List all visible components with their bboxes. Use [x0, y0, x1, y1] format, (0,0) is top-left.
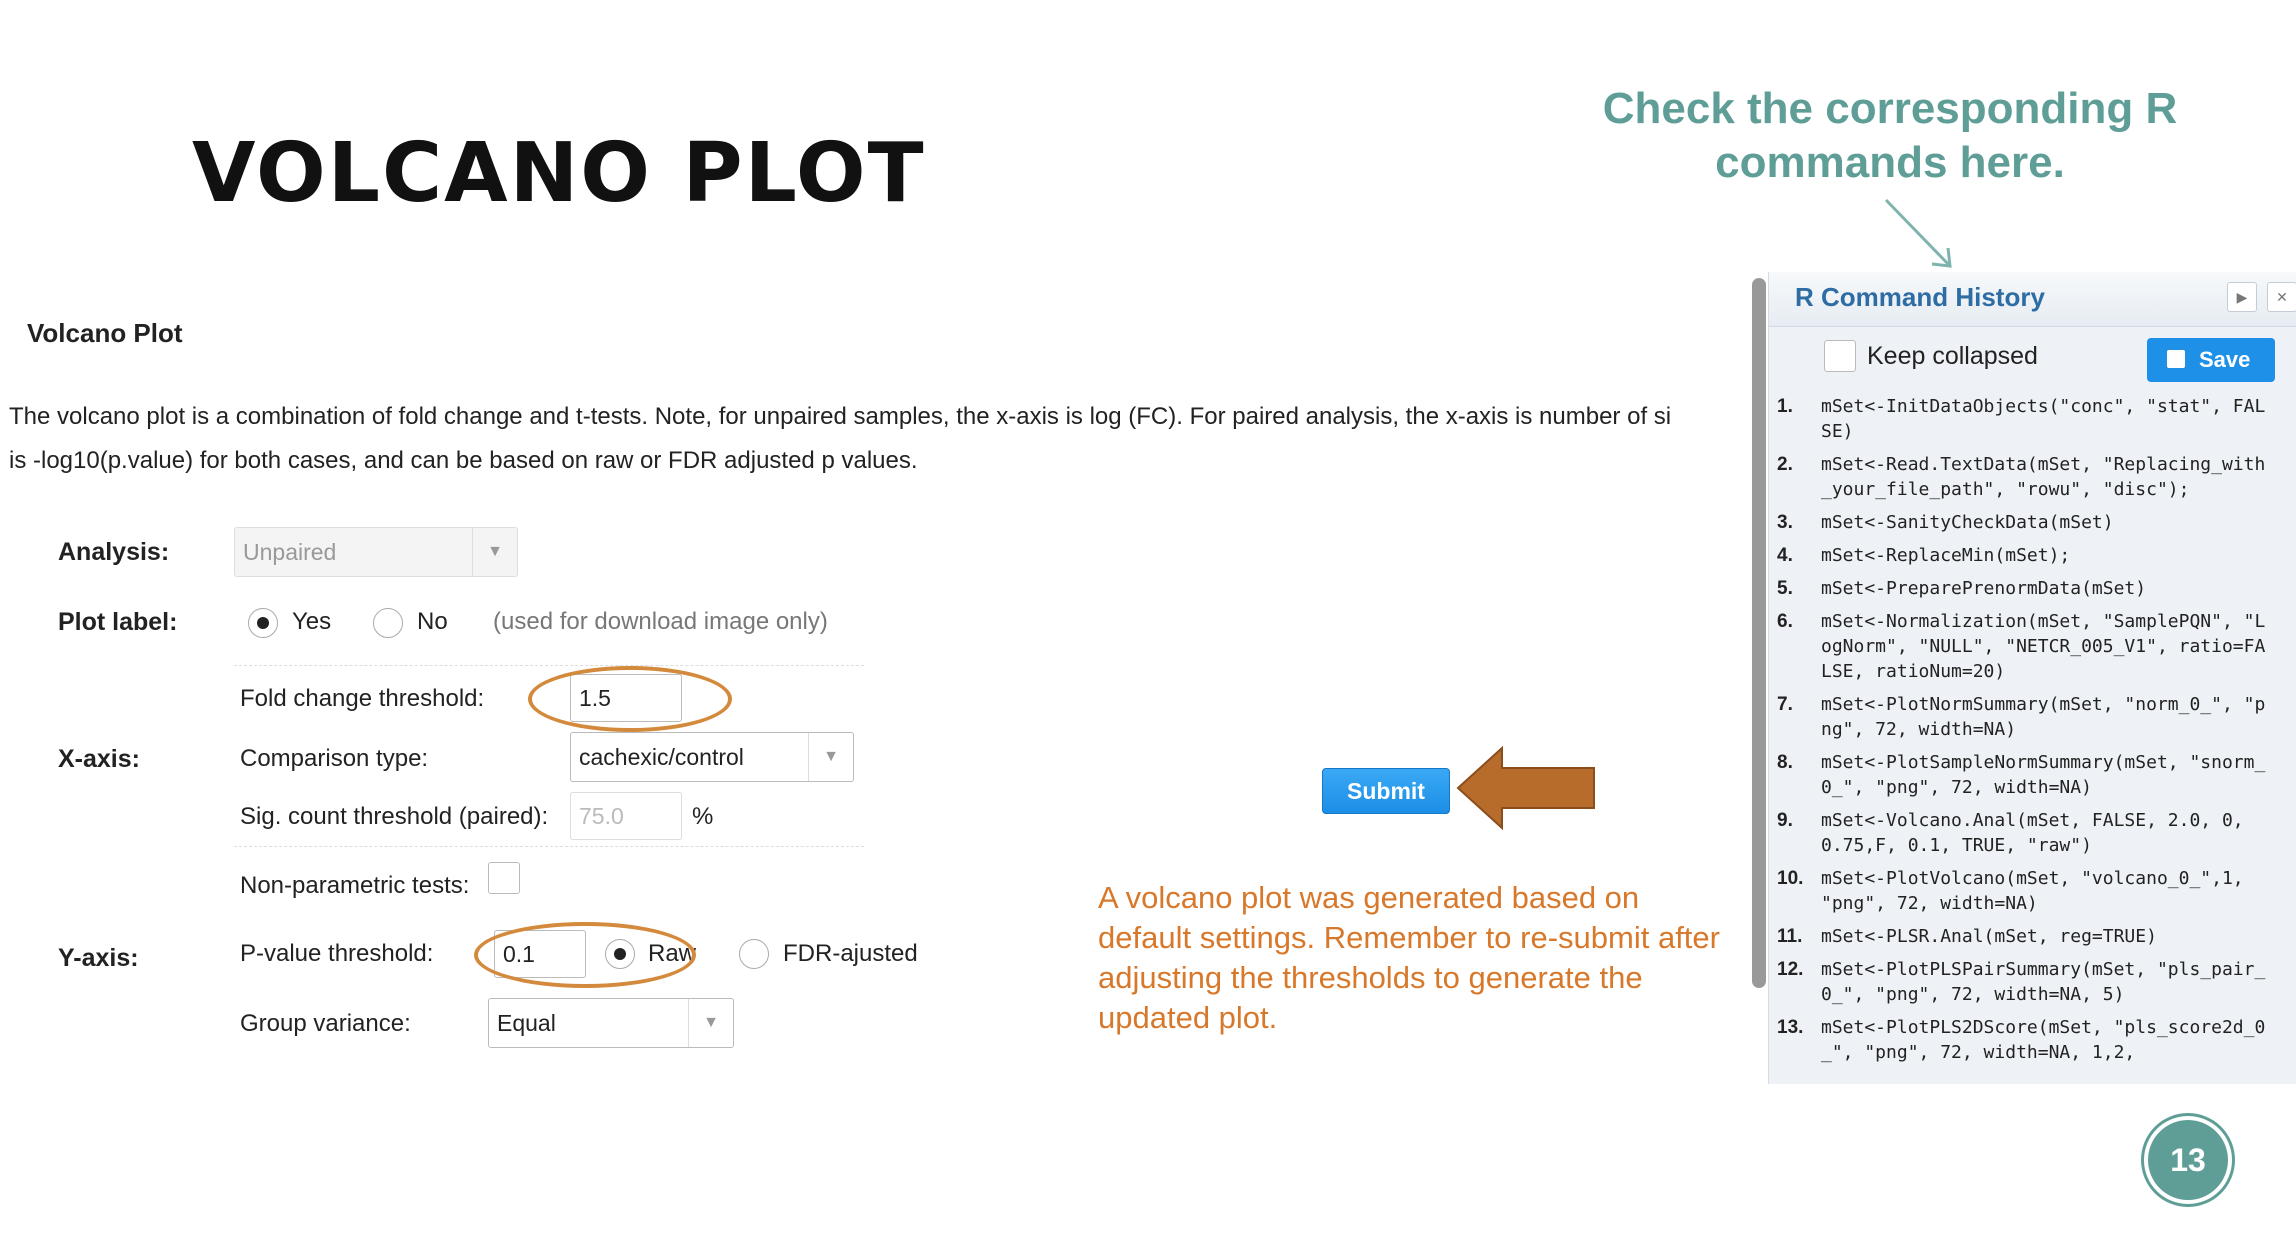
plot-label-label: Plot label:	[58, 608, 178, 636]
command-number: 12.	[1777, 959, 1804, 980]
keep-collapsed-checkbox[interactable]	[1824, 340, 1856, 372]
page-number-badge: 13	[2148, 1120, 2228, 1200]
command-text: mSet<-PlotSampleNormSummary(mSet, "snorm…	[1821, 752, 2266, 798]
panel-title: R Command History	[1795, 282, 2045, 312]
command-text: mSet<-Volcano.Anal(mSet, FALSE, 2.0, 0, …	[1821, 810, 2244, 856]
command-text: mSet<-PlotPLSPairSummary(mSet, "pls_pair…	[1821, 959, 2266, 1005]
non-parametric-label: Non-parametric tests:	[240, 872, 470, 899]
command-number: 8.	[1777, 752, 1793, 773]
command-item: 9. mSet<-Volcano.Anal(mSet, FALSE, 2.0, 0…	[1777, 808, 2287, 858]
command-number: 2.	[1777, 454, 1793, 475]
plot-label-no-radio[interactable]	[373, 608, 403, 638]
fdr-text: FDR-ajusted	[783, 940, 918, 967]
radio-selected-dot	[257, 617, 269, 629]
command-item: 2. mSet<-Read.TextData(mSet, "Replacing_w…	[1777, 452, 2287, 502]
command-number: 5.	[1777, 578, 1793, 599]
comparison-type-label: Comparison type:	[240, 745, 429, 772]
callout-text: Check the corresponding R commands here.	[1602, 84, 2178, 187]
command-number: 3.	[1777, 512, 1793, 533]
command-number: 4.	[1777, 545, 1793, 566]
command-number: 1.	[1777, 396, 1793, 417]
pvalue-label: P-value threshold:	[240, 940, 434, 967]
command-number: 9.	[1777, 810, 1793, 831]
command-number: 7.	[1777, 694, 1793, 715]
chevron-down-icon: ▼	[688, 999, 733, 1047]
expand-arrow-icon[interactable]: ▶	[2227, 282, 2257, 312]
command-text: mSet<-InitDataObjects("conc", "stat", FA…	[1821, 396, 2266, 442]
plot-label-yes-radio[interactable]	[248, 608, 278, 638]
plot-label-yes-text: Yes	[292, 608, 332, 635]
command-list: 1. mSet<-InitDataObjects("conc", "stat", …	[1777, 394, 2287, 1073]
group-variance-label: Group variance:	[240, 1010, 411, 1037]
close-icon[interactable]: ✕	[2267, 282, 2296, 312]
comparison-type-select[interactable]: cachexic/control ▼	[570, 732, 854, 782]
divider	[234, 846, 864, 847]
save-button[interactable]: Save	[2147, 338, 2275, 382]
command-item: 3. mSet<-SanityCheckData(mSet)	[1777, 510, 2287, 535]
r-command-history-panel: R Command History ▶ ✕ Keep collapsed Sav…	[1768, 272, 2296, 1084]
sig-count-input[interactable]: 75.0	[570, 792, 682, 840]
group-variance-select[interactable]: Equal ▼	[488, 998, 734, 1048]
non-parametric-checkbox[interactable]	[488, 862, 520, 894]
command-item: 4. mSet<-ReplaceMin(mSet);	[1777, 543, 2287, 568]
command-text: mSet<-Normalization(mSet, "SamplePQN", "…	[1821, 611, 2266, 682]
chevron-down-icon: ▼	[472, 528, 517, 576]
sig-count-label: Sig. count threshold (paired):	[240, 803, 549, 830]
command-text: mSet<-PlotPLS2DScore(mSet, "pls_score2d_…	[1821, 1017, 2266, 1063]
description: The volcano plot is a combination of fol…	[9, 395, 1749, 483]
callout-arrow-icon	[1884, 198, 1952, 268]
analysis-select[interactable]: Unpaired ▼	[234, 527, 518, 577]
command-text: mSet<-ReplaceMin(mSet);	[1821, 545, 2071, 566]
comparison-type-value: cachexic/control	[579, 744, 744, 770]
description-line-1: The volcano plot is a combination of fol…	[9, 403, 1672, 430]
command-text: mSet<-Read.TextData(mSet, "Replacing_wit…	[1821, 454, 2266, 500]
command-number: 6.	[1777, 611, 1793, 632]
fold-change-label: Fold change threshold:	[240, 685, 485, 712]
y-axis-label: Y-axis:	[58, 944, 139, 972]
analysis-select-value: Unpaired	[243, 539, 337, 565]
scrollbar[interactable]	[1752, 278, 1766, 988]
floppy-disk-icon	[2167, 350, 2185, 368]
pointer-arrow-icon	[1456, 745, 1595, 831]
sig-count-unit: %	[692, 803, 714, 830]
command-number: 11.	[1777, 926, 1803, 947]
command-item: 7. mSet<-PlotNormSummary(mSet, "norm_0_",…	[1777, 692, 2287, 742]
command-item: 8. mSet<-PlotSampleNormSummary(mSet, "sno…	[1777, 750, 2287, 800]
command-item: 5. mSet<-PreparePrenormData(mSet)	[1777, 576, 2287, 601]
group-variance-value: Equal	[497, 1010, 556, 1036]
highlight-ellipse	[474, 922, 696, 988]
command-item: 10. mSet<-PlotVolcano(mSet, "volcano_0_",…	[1777, 866, 2287, 916]
command-text: mSet<-PLSR.Anal(mSet, reg=TRUE)	[1821, 926, 2157, 947]
keep-collapsed-label: Keep collapsed	[1867, 342, 2038, 370]
command-number: 13.	[1777, 1017, 1804, 1038]
command-item: 1. mSet<-InitDataObjects("conc", "stat", …	[1777, 394, 2287, 444]
x-axis-label: X-axis:	[58, 745, 140, 773]
highlight-ellipse	[528, 666, 732, 732]
command-item: 13. mSet<-PlotPLS2DScore(mSet, "pls_score…	[1777, 1015, 2287, 1065]
command-number: 10.	[1777, 868, 1804, 889]
command-text: mSet<-PreparePrenormData(mSet)	[1821, 578, 2147, 599]
chevron-down-icon: ▼	[808, 733, 853, 781]
annotation-note: A volcano plot was generated based on de…	[1098, 880, 1720, 1035]
command-item: 11. mSet<-PLSR.Anal(mSet, reg=TRUE)	[1777, 924, 2287, 949]
divider	[234, 665, 864, 666]
command-item: 12. mSet<-PlotPLSPairSummary(mSet, "pls_p…	[1777, 957, 2287, 1007]
plot-label-no-text: No	[417, 608, 448, 635]
analysis-label: Analysis:	[58, 538, 170, 566]
submit-button[interactable]: Submit	[1322, 768, 1450, 814]
section-title: Volcano Plot	[27, 318, 183, 348]
command-text: mSet<-PlotNormSummary(mSet, "norm_0_", "…	[1821, 694, 2266, 740]
description-line-2: is -log10(p.value) for both cases, and c…	[9, 447, 918, 474]
fdr-radio[interactable]	[739, 939, 769, 969]
command-item: 6. mSet<-Normalization(mSet, "SamplePQN",…	[1777, 609, 2287, 684]
command-text: mSet<-SanityCheckData(mSet)	[1821, 512, 2114, 533]
save-button-label: Save	[2199, 347, 2251, 372]
command-text: mSet<-PlotVolcano(mSet, "volcano_0_",1, …	[1821, 868, 2244, 914]
slide-title: VOLCANO PLOT	[192, 126, 926, 221]
plot-label-note: (used for download image only)	[493, 608, 828, 635]
